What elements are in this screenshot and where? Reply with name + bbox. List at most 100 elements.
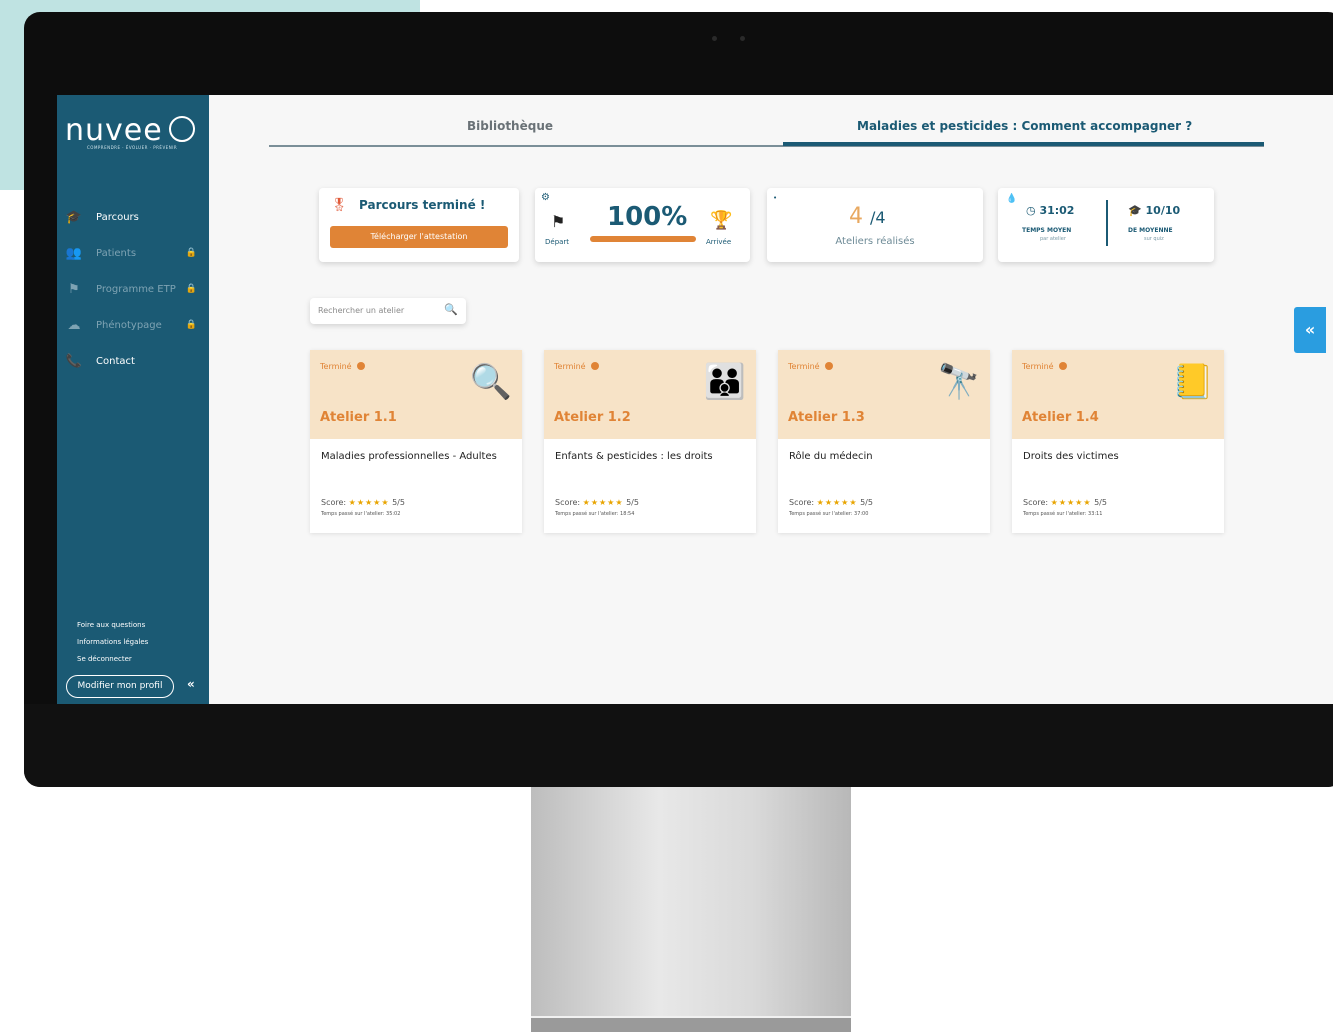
card-title: Enfants & pesticides : les droits — [555, 451, 713, 462]
ateliers-count: 4 /4 — [849, 204, 886, 229]
graduation-cap-icon: 🎓 — [65, 209, 83, 225]
average-score-sub: sur quiz — [1144, 236, 1164, 242]
score-line: Score: ★★★★★ 5/5 — [1023, 498, 1107, 507]
tab-bar: Bibliothèque Maladies et pesticides : Co… — [269, 119, 1264, 147]
trophy-icon: 🏆 — [710, 210, 733, 231]
search-input[interactable]: Rechercher un atelier — [318, 306, 404, 315]
monitor-stand — [531, 787, 851, 1032]
tab-maladies-pesticides[interactable]: Maladies et pesticides : Comment accompa… — [857, 119, 1192, 133]
logo-text: nuvee — [65, 113, 163, 148]
score-value: 5/5 — [1094, 498, 1107, 507]
average-score-value: 🎓 10/10 — [1128, 204, 1181, 217]
chart-icon: ☁ — [67, 317, 81, 333]
check-icon — [356, 362, 365, 370]
checkered-flag-icon: ⚑ — [551, 212, 566, 231]
average-time-sub: par atelier — [1040, 236, 1066, 242]
time-average-card: 💧 ◷ 31:02 TEMPS MOYEN par atelier 🎓 10/1… — [998, 188, 1214, 262]
sidebar-item-programme-etp[interactable]: ⚑ Programme ETP 🔒 — [65, 271, 205, 307]
active-tab-indicator — [783, 142, 1264, 146]
sidebar-item-contact[interactable]: 📞 Contact — [65, 343, 205, 379]
logout-link[interactable]: Se déconnecter — [77, 651, 148, 668]
users-icon: 👥 — [65, 245, 83, 261]
star-rating: ★★★★★ — [1050, 498, 1092, 507]
score-value: 5/5 — [626, 498, 639, 507]
atelier-card[interactable]: Terminé Atelier 1.4 📒 Droits des victime… — [1012, 350, 1224, 533]
ateliers-label: Ateliers réalisés — [835, 236, 915, 247]
average-text: 10/10 — [1145, 204, 1181, 217]
start-label: Départ — [545, 238, 570, 246]
status-badge: Terminé — [788, 362, 833, 371]
edit-profile-button[interactable]: Modifier mon profil — [66, 675, 174, 698]
time-spent: Temps passé sur l'atelier: 35:02 — [321, 511, 401, 517]
score-line: Score: ★★★★★ 5/5 — [321, 498, 405, 507]
magnifier-icon: 🔍 — [469, 362, 512, 402]
sidebar-item-parcours[interactable]: 🎓 Parcours — [65, 199, 205, 235]
gear-icon: ⚙ — [541, 192, 550, 203]
score-value: 5/5 — [860, 498, 873, 507]
divider — [1106, 200, 1108, 246]
ateliers-total: /4 — [870, 208, 886, 227]
status-badge: Terminé — [1022, 362, 1067, 371]
flag-icon: ⚑ — [68, 281, 80, 297]
average-time-label: TEMPS MOYEN — [1022, 227, 1072, 234]
sidebar-item-phenotypage[interactable]: ☁ Phénotypage 🔒 — [65, 307, 205, 343]
tab-bibliotheque[interactable]: Bibliothèque — [467, 119, 553, 133]
score-label: Score: — [555, 498, 581, 507]
search-icon[interactable]: 🔍 — [444, 303, 458, 316]
logo[interactable]: nuvee — [65, 113, 195, 148]
status-badge: Terminé — [320, 362, 365, 371]
time-spent: Temps passé sur l'atelier: 18:54 — [555, 511, 635, 517]
average-time-value: ◷ 31:02 — [1026, 204, 1075, 217]
sidebar-item-patients[interactable]: 👥 Patients 🔒 — [65, 235, 205, 271]
check-icon — [590, 362, 599, 370]
lock-icon: 🔒 — [185, 284, 197, 294]
score-label: Score: — [789, 498, 815, 507]
ateliers-done: 4 — [849, 204, 863, 229]
logo-subtitle: COMPRENDRE · ÉVOLUER · PRÉVENIR — [87, 145, 178, 150]
atelier-card[interactable]: Terminé Atelier 1.1 🔍 Maladies professio… — [310, 350, 522, 533]
sidebar: nuvee COMPRENDRE · ÉVOLUER · PRÉVENIR 🎓 … — [57, 95, 209, 704]
collapse-sidebar-icon[interactable]: « — [187, 677, 195, 691]
download-certificate-button[interactable]: Télécharger l'attestation — [330, 226, 508, 248]
score-label: Score: — [321, 498, 347, 507]
phone-icon: 📞 — [65, 353, 83, 369]
check-icon — [824, 362, 833, 370]
expand-panel-button[interactable]: « — [1294, 307, 1326, 353]
atelier-number: Atelier 1.2 — [554, 410, 631, 425]
doctor-telescope-icon: 🔭 — [937, 362, 980, 402]
time-spent: Temps passé sur l'atelier: 37:00 — [789, 511, 869, 517]
logo-circle-icon — [168, 116, 195, 142]
atelier-number: Atelier 1.4 — [1022, 410, 1099, 425]
app-screen: nuvee COMPRENDRE · ÉVOLUER · PRÉVENIR 🎓 … — [57, 95, 1333, 704]
sidebar-item-label: Patients — [96, 247, 137, 259]
legal-link[interactable]: Informations légales — [77, 634, 148, 651]
faq-link[interactable]: Foire aux questions — [77, 617, 148, 634]
family-icon: 👪 — [703, 362, 746, 402]
atelier-card[interactable]: Terminé Atelier 1.2 👪 Enfants & pesticid… — [544, 350, 756, 533]
ateliers-card: • 4 /4 Ateliers réalisés — [767, 188, 983, 262]
monitor-chin — [24, 704, 1333, 787]
sidebar-item-label: Contact — [96, 355, 135, 367]
search-box[interactable]: Rechercher un atelier 🔍 — [310, 298, 466, 324]
atelier-card[interactable]: Terminé Atelier 1.3 🔭 Rôle du médecin Sc… — [778, 350, 990, 533]
status-text: Terminé — [788, 362, 820, 371]
drop-icon: 💧 — [1006, 194, 1018, 204]
status-text: Terminé — [554, 362, 586, 371]
star-rating: ★★★★★ — [582, 498, 624, 507]
score-line: Score: ★★★★★ 5/5 — [789, 498, 873, 507]
completion-title: Parcours terminé ! — [359, 198, 486, 212]
pin-icon: • — [773, 194, 778, 202]
sidebar-item-label: Phénotypage — [96, 319, 162, 331]
completion-card: 🎖 Parcours terminé ! Télécharger l'attes… — [319, 188, 519, 262]
score-line: Score: ★★★★★ 5/5 — [555, 498, 639, 507]
status-text: Terminé — [1022, 362, 1054, 371]
time-spent: Temps passé sur l'atelier: 33:11 — [1023, 511, 1103, 517]
card-title: Maladies professionnelles - Adultes — [321, 451, 497, 462]
average-score-label: DE MOYENNE — [1128, 227, 1173, 234]
progress-value: 100% — [607, 202, 688, 232]
status-text: Terminé — [320, 362, 352, 371]
sidebar-nav: 🎓 Parcours 👥 Patients 🔒 ⚑ Programme ETP … — [65, 199, 205, 379]
monitor-stand-base — [531, 1016, 851, 1032]
camera-dot — [712, 36, 717, 41]
lock-icon: 🔒 — [185, 320, 197, 330]
